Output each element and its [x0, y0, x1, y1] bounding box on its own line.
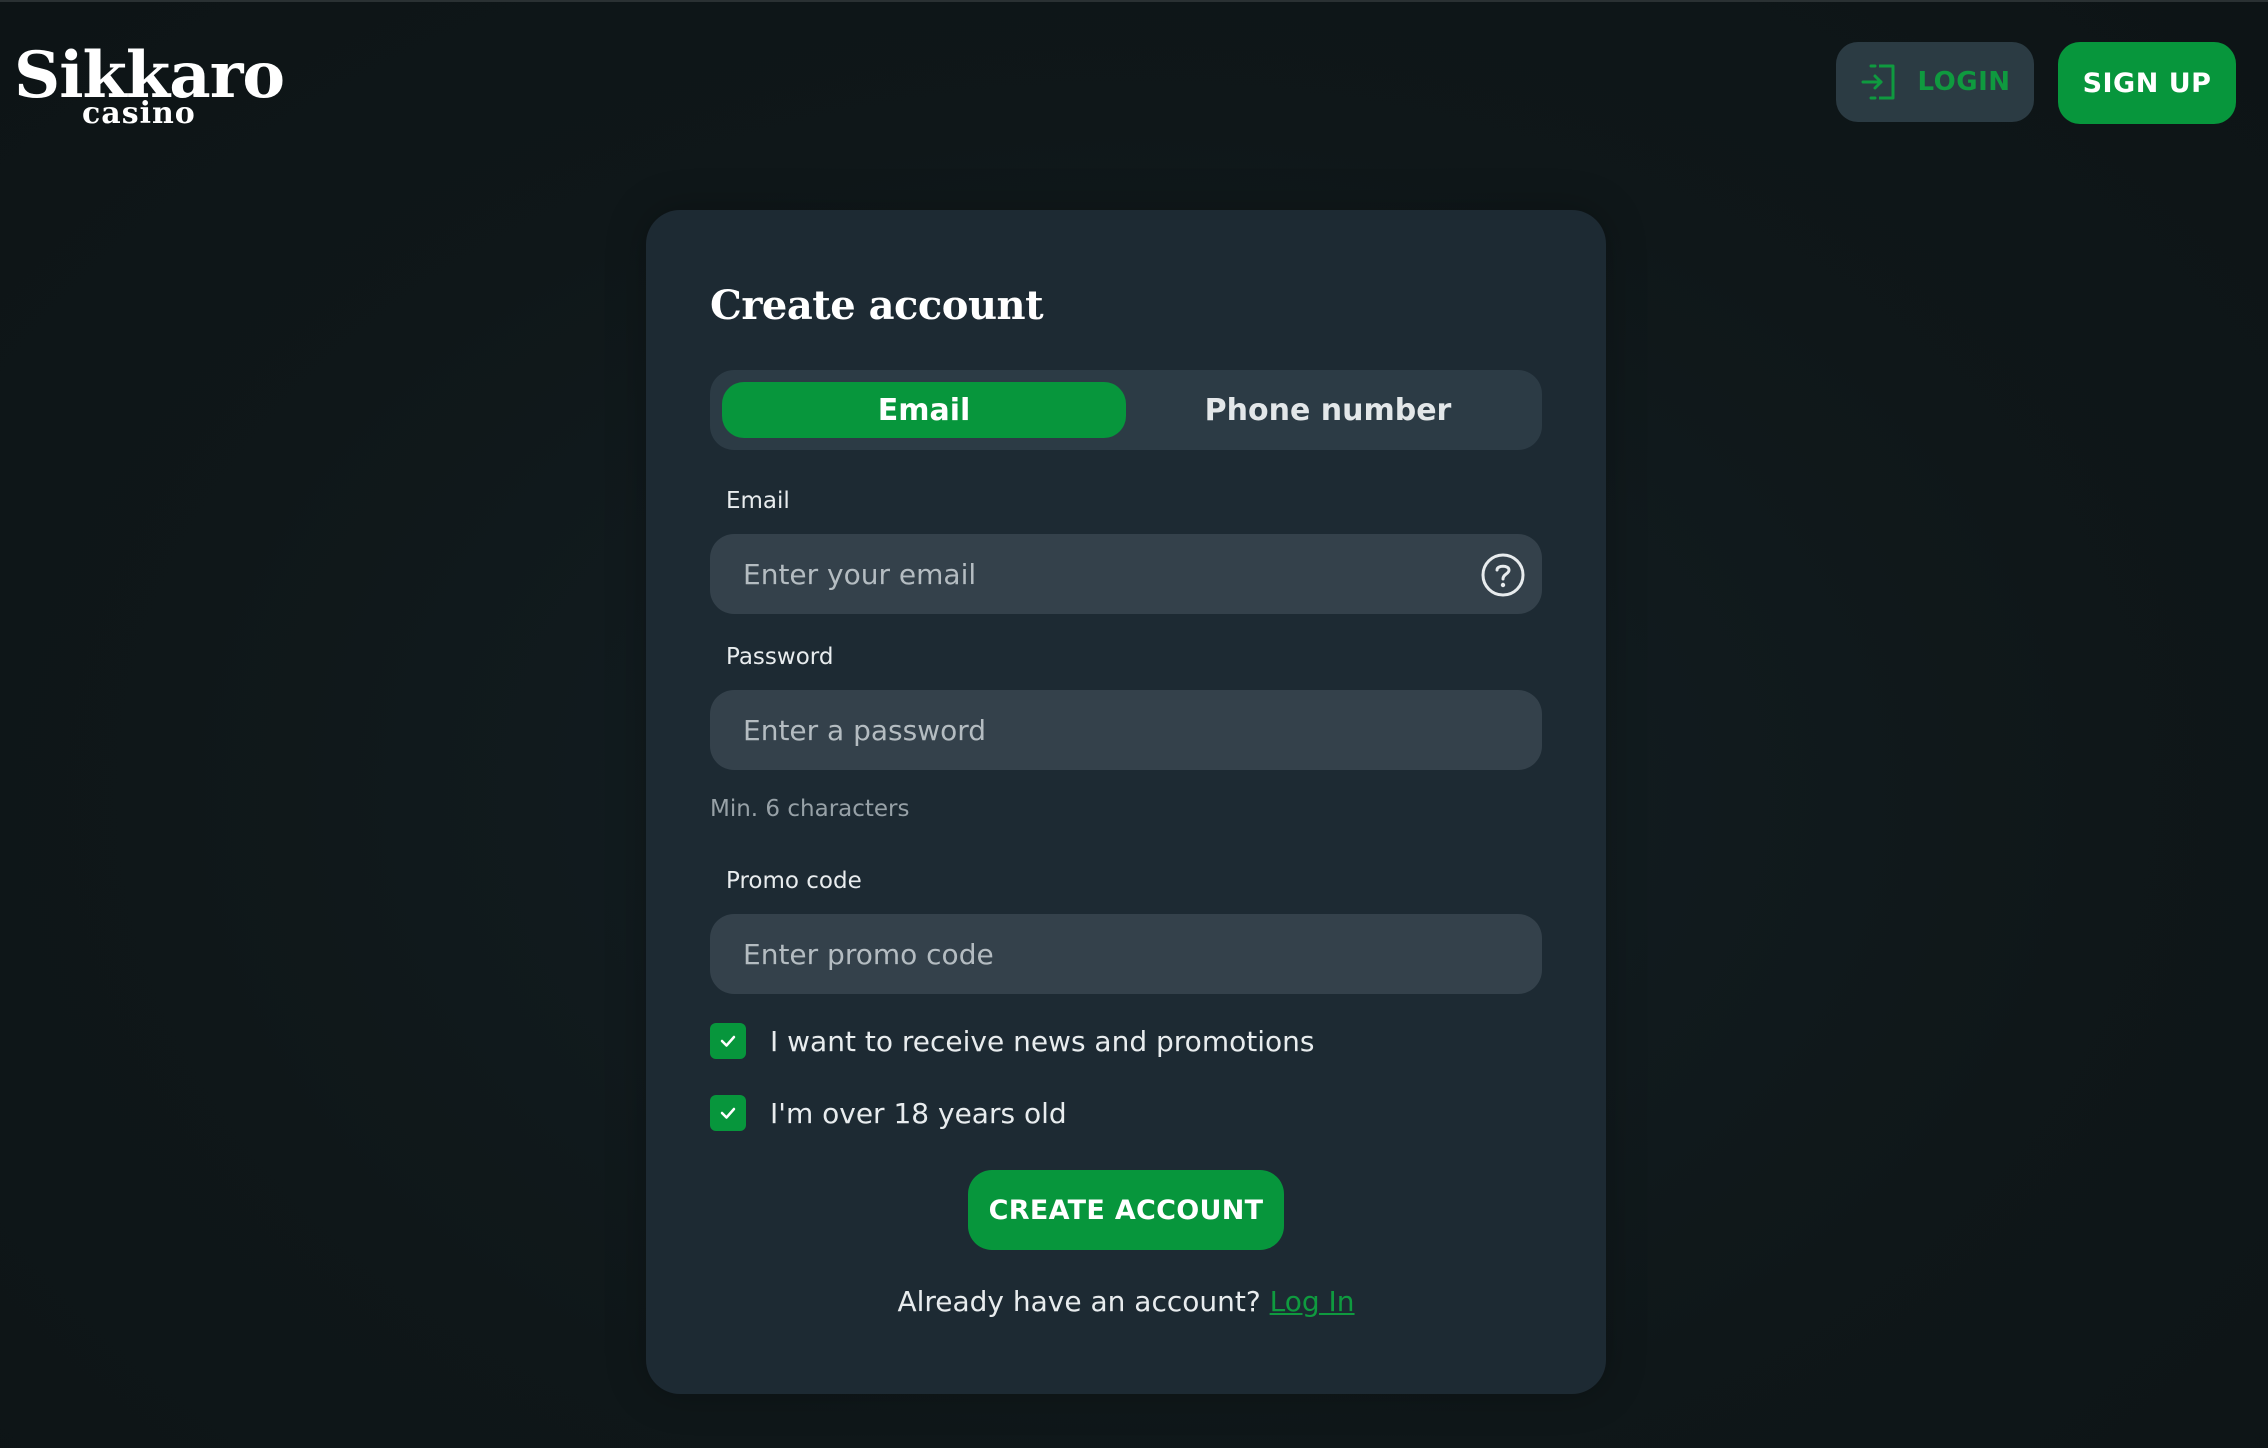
age-confirm-checkbox[interactable] [710, 1095, 746, 1131]
login-door-icon [1861, 64, 1895, 100]
tab-phone-label: Phone number [1204, 392, 1452, 428]
news-promotions-row: I want to receive news and promotions [710, 1022, 1314, 1060]
create-account-button[interactable]: CREATE ACCOUNT [968, 1170, 1284, 1250]
login-prompt: Already have an account? Log In [646, 1282, 1606, 1322]
login-label: LOGIN [1917, 67, 2011, 97]
page: Sikkaro casino LOGIN SIGN UP Create acco… [0, 0, 2268, 1448]
password-input[interactable] [710, 690, 1542, 770]
signup-button[interactable]: SIGN UP [2058, 42, 2236, 124]
password-hint: Min. 6 characters [710, 796, 910, 822]
checkmark-icon [720, 1107, 736, 1119]
login-button[interactable]: LOGIN [1836, 42, 2034, 122]
password-label: Password [726, 644, 834, 670]
tab-email-label: Email [877, 392, 971, 428]
create-account-label: CREATE ACCOUNT [988, 1194, 1264, 1226]
email-field-wrapper [710, 534, 1542, 614]
site-header: Sikkaro casino LOGIN SIGN UP [0, 2, 2268, 162]
promo-code-label: Promo code [726, 868, 862, 894]
tab-phone-number[interactable]: Phone number [1126, 382, 1530, 438]
age-confirm-row: I'm over 18 years old [710, 1094, 1067, 1132]
login-prompt-text: Already have an account? [897, 1285, 1261, 1318]
create-account-card: Create account Email Phone number Email … [646, 210, 1606, 1394]
checkmark-icon [720, 1035, 736, 1047]
signup-method-tabs: Email Phone number [710, 370, 1542, 450]
age-confirm-label: I'm over 18 years old [770, 1096, 1067, 1130]
tab-email[interactable]: Email [722, 382, 1126, 438]
site-logo[interactable]: Sikkaro casino [14, 38, 285, 138]
signup-label: SIGN UP [2082, 67, 2212, 99]
email-label: Email [726, 488, 790, 514]
password-field-wrapper [710, 690, 1542, 770]
email-input[interactable] [710, 534, 1542, 614]
promo-field-wrapper [710, 914, 1542, 994]
logo-subtitle: casino [82, 96, 196, 131]
news-promotions-checkbox[interactable] [710, 1023, 746, 1059]
news-promotions-label: I want to receive news and promotions [770, 1024, 1315, 1058]
page-title: Create account [710, 282, 1044, 329]
promo-code-input[interactable] [710, 914, 1542, 994]
login-link[interactable]: Log In [1270, 1285, 1355, 1318]
help-circle-icon[interactable] [1480, 552, 1526, 598]
